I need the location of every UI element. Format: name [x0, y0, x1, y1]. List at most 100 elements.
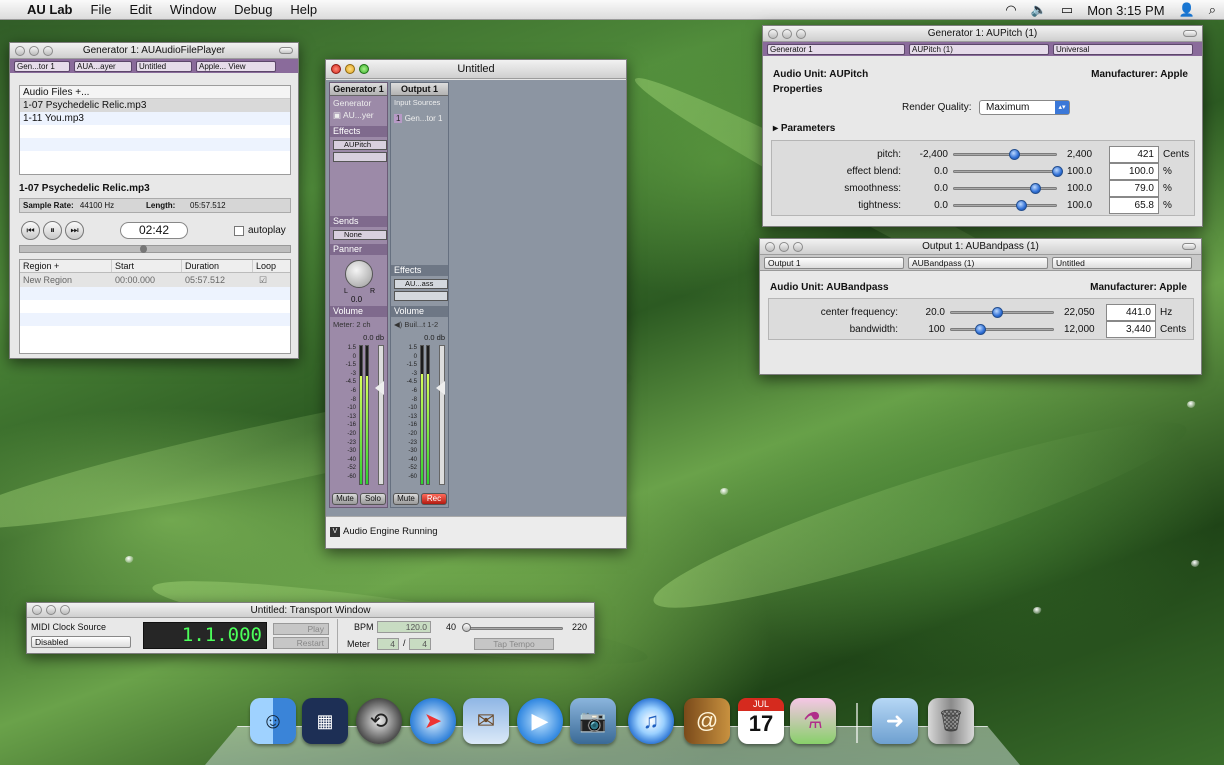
menu-debug[interactable]: Debug [225, 2, 281, 17]
title-bar[interactable]: Untitled: Transport Window [27, 603, 594, 618]
mute-button[interactable]: Mute [393, 493, 419, 505]
mail-icon[interactable]: ✉ [463, 698, 509, 744]
close-button[interactable] [331, 64, 341, 74]
start-column-header[interactable]: Start [112, 260, 182, 272]
title-bar[interactable]: Generator 1: AUAudioFilePlayer [10, 43, 298, 59]
minimize-button[interactable] [779, 242, 789, 252]
param-value-field[interactable]: 441.0 [1106, 304, 1156, 321]
menu-edit[interactable]: Edit [120, 2, 160, 17]
list-item[interactable]: 1-11 You.mp3 [20, 112, 290, 125]
mute-button[interactable]: Mute [332, 493, 358, 505]
bpm-slider[interactable] [463, 627, 563, 630]
generator-popup[interactable]: Gen...tor 1 [14, 60, 70, 72]
parameters-disclosure[interactable]: ▸ Parameters [773, 123, 835, 134]
input-source[interactable]: 1 Gen...tor 1 [394, 114, 442, 123]
region-start[interactable]: 00:00.000 [112, 273, 182, 287]
param-slider-handle[interactable] [1052, 166, 1063, 177]
loop-column-header[interactable]: Loop [253, 260, 290, 272]
list-header[interactable]: Audio Files +... [20, 86, 290, 99]
trash-icon[interactable]: 🗑 [928, 698, 974, 744]
meter-numerator-field[interactable]: 4 [377, 638, 399, 650]
zoom-button[interactable] [793, 242, 803, 252]
param-value-field[interactable]: 421 [1109, 146, 1159, 163]
effect-slot-1[interactable]: AUPitch [333, 140, 387, 150]
param-value-field[interactable]: 100.0 [1109, 163, 1159, 180]
toolbar-toggle-button[interactable] [1183, 30, 1197, 37]
playhead-handle[interactable] [140, 245, 147, 253]
param-value-field[interactable]: 3,440 [1106, 321, 1156, 338]
close-button[interactable] [768, 29, 778, 39]
render-quality-select[interactable]: Maximum ▴▾ [979, 100, 1070, 115]
zoom-button[interactable] [60, 605, 70, 615]
param-slider[interactable] [953, 170, 1057, 173]
user-icon[interactable]: 👤 [1179, 2, 1195, 18]
wifi-icon[interactable]: ◠ [1005, 2, 1016, 18]
param-slider-handle[interactable] [991, 307, 1003, 318]
channel-popup[interactable]: Output 1 [764, 256, 904, 269]
preset-popup[interactable]: Untitled [136, 60, 192, 72]
pause-button[interactable]: ⏸ [43, 221, 62, 240]
title-bar[interactable]: Untitled [326, 60, 626, 79]
close-button[interactable] [765, 242, 775, 252]
view-popup[interactable]: Apple... View [196, 60, 276, 72]
param-slider[interactable] [950, 328, 1054, 331]
autoplay-checkbox[interactable] [234, 226, 244, 236]
close-button[interactable] [32, 605, 42, 615]
menu-file[interactable]: File [82, 2, 121, 17]
bpm-slider-handle[interactable] [462, 623, 471, 632]
spotlight-search-icon[interactable]: ⌕ [1209, 2, 1216, 18]
zoom-button[interactable] [43, 46, 53, 56]
volume-fader-handle[interactable] [436, 381, 445, 395]
close-button[interactable] [15, 46, 25, 56]
midi-clock-select[interactable]: Disabled [31, 636, 131, 648]
fast-forward-button[interactable]: ⏭ [65, 221, 84, 240]
iphoto-icon[interactable]: 📷 [570, 698, 616, 744]
zoom-button[interactable] [359, 64, 369, 74]
menu-window[interactable]: Window [161, 2, 225, 17]
zoom-button[interactable] [796, 29, 806, 39]
effect-slot-2[interactable] [333, 152, 387, 162]
channel-popup[interactable]: Generator 1 [767, 43, 905, 55]
record-button[interactable]: Rec [421, 493, 447, 505]
minimize-button[interactable] [782, 29, 792, 39]
unit-popup[interactable]: AUA...ayer [74, 60, 132, 72]
title-bar[interactable]: Generator 1: AUPitch (1) [763, 26, 1202, 42]
address-book-icon[interactable]: @ [684, 698, 730, 744]
ichat-icon[interactable]: ▶ [517, 698, 563, 744]
param-slider[interactable] [953, 153, 1057, 156]
param-value-field[interactable]: 79.0 [1109, 180, 1159, 197]
effect-slot-1[interactable]: AU...ass [394, 279, 448, 289]
time-machine-icon[interactable]: ⟲ [356, 698, 402, 744]
au-lab-icon[interactable]: ⚗ [790, 698, 836, 744]
unit-popup[interactable]: AUBandpass (1) [908, 256, 1048, 269]
menubar-clock[interactable]: Mon 3:15 PM [1087, 3, 1164, 18]
meter-denominator-field[interactable]: 4 [409, 638, 431, 650]
volume-fader-handle[interactable] [375, 381, 384, 395]
tap-tempo-button[interactable]: Tap Tempo [474, 638, 554, 650]
send-popup[interactable]: None [333, 230, 387, 240]
minimize-button[interactable] [46, 605, 56, 615]
app-menu[interactable]: AU Lab [18, 2, 82, 17]
menu-help[interactable]: Help [281, 2, 326, 17]
generator-unit[interactable]: ▣ AU...yer [333, 110, 374, 121]
downloads-stack-icon[interactable]: ➜ [872, 698, 918, 744]
finder-icon[interactable]: ☺ [250, 698, 296, 744]
dashboard-icon[interactable]: ▦ [302, 698, 348, 744]
audio-files-list[interactable]: Audio Files +... 1-07 Psychedelic Relic.… [19, 85, 291, 175]
unit-popup[interactable]: AUPitch (1) [909, 43, 1049, 55]
loop-checkbox[interactable]: ☑ [253, 273, 290, 287]
table-row[interactable]: New Region 00:00.000 05:57.512 ☑ [20, 273, 290, 287]
volume-icon[interactable]: 🔈 [1031, 2, 1047, 18]
duration-column-header[interactable]: Duration [182, 260, 253, 272]
volume-fader-track[interactable] [439, 345, 445, 485]
safari-icon[interactable]: ➤ [410, 698, 456, 744]
effect-slot-2[interactable] [394, 291, 448, 301]
param-value-field[interactable]: 65.8 [1109, 197, 1159, 214]
preset-popup[interactable]: Untitled [1052, 256, 1192, 269]
ical-icon[interactable]: JUL 17 [738, 698, 784, 744]
toolbar-toggle-button[interactable] [1182, 243, 1196, 250]
solo-button[interactable]: Solo [360, 493, 386, 505]
itunes-icon[interactable]: ♫ [628, 698, 674, 744]
rewind-button[interactable]: ⏮ [21, 221, 40, 240]
region-name[interactable]: New Region [20, 273, 112, 287]
